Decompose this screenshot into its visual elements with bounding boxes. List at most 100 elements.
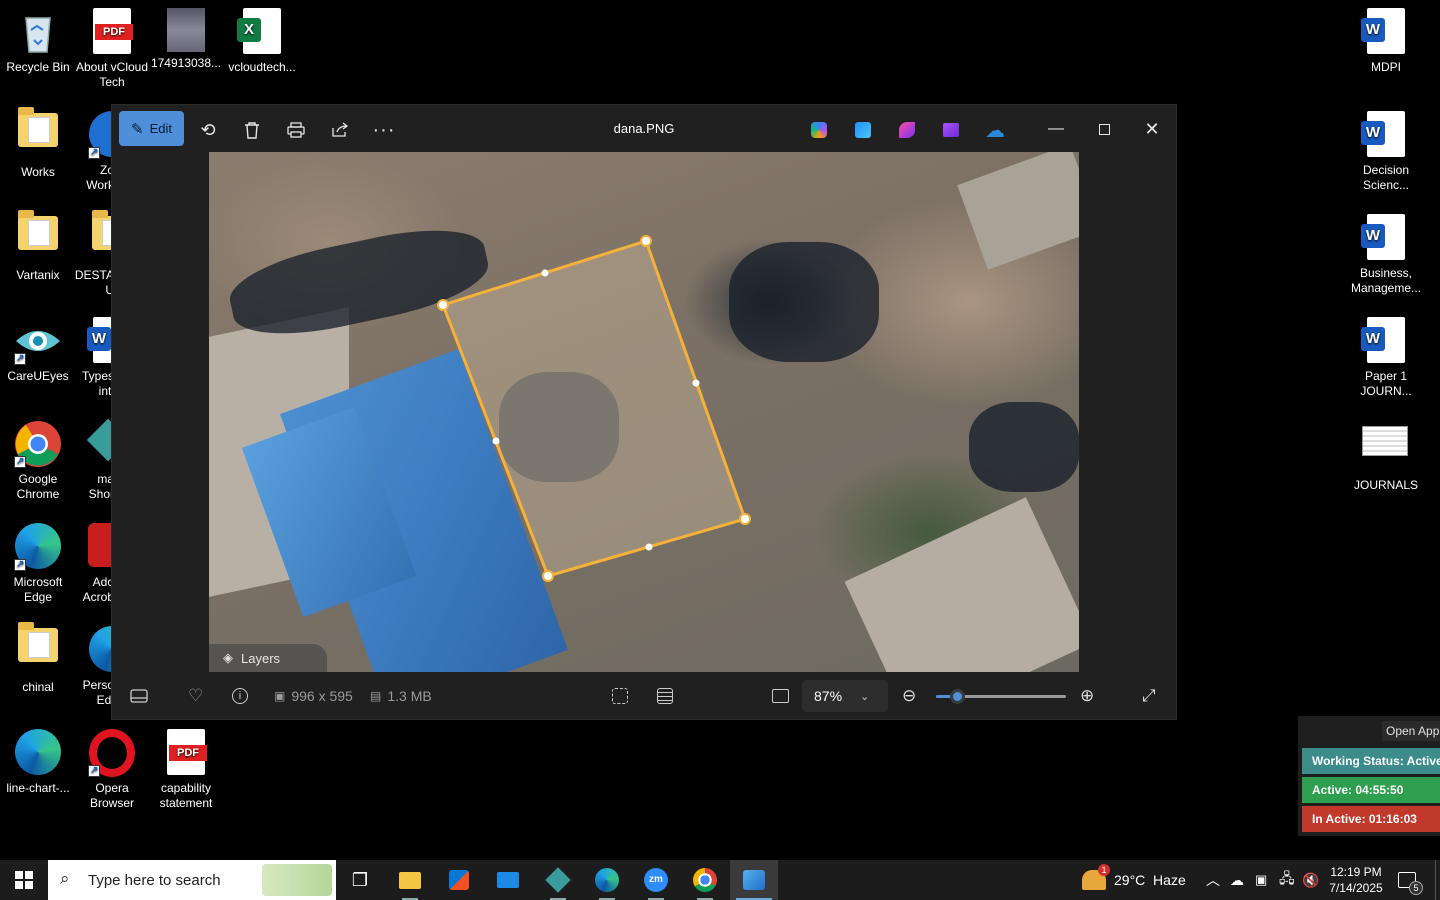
layers-button[interactable]: ◈ Layers bbox=[209, 644, 327, 672]
print-button[interactable] bbox=[278, 114, 314, 146]
edge-profile-button[interactable] bbox=[583, 860, 631, 900]
desktop-icon-google-chrome[interactable]: Google Chrome bbox=[0, 414, 76, 502]
selection-polygon[interactable] bbox=[209, 152, 1079, 672]
edge-handle bbox=[541, 269, 549, 277]
mail-button[interactable] bbox=[484, 860, 532, 900]
network-button[interactable]: 🖧 bbox=[1279, 860, 1295, 900]
show-desktop-button[interactable] bbox=[1435, 860, 1440, 900]
network-icon: 🖧 bbox=[1279, 870, 1295, 886]
desktop-icon-zoho-workdrive[interactable]: Zo Work bbox=[74, 105, 114, 193]
desktop-icon-decision-sciences[interactable]: W Decision Scienc... bbox=[1348, 105, 1424, 193]
desktop-icon-paper-1-journal[interactable]: W Paper 1 JOURN... bbox=[1348, 311, 1424, 399]
zoom-slider-thumb[interactable] bbox=[949, 689, 965, 704]
printer-icon bbox=[287, 122, 305, 138]
edit-pencil-icon: ✎ bbox=[131, 120, 144, 138]
volume-button[interactable]: 🔇 bbox=[1302, 860, 1319, 900]
file-info-button[interactable]: i bbox=[232, 685, 248, 707]
edit-button[interactable]: ✎ Edit bbox=[119, 111, 184, 146]
app-button-cube[interactable] bbox=[534, 860, 582, 900]
minimize-button[interactable]: — bbox=[1034, 113, 1078, 145]
zoom-app-button[interactable]: zm bbox=[632, 860, 680, 900]
icon-label: Decision Scienc... bbox=[1362, 163, 1410, 192]
clipchamp-button[interactable] bbox=[889, 114, 925, 146]
start-button[interactable] bbox=[0, 860, 48, 900]
icon-label: Vartanix bbox=[16, 268, 60, 282]
filmstrip-button[interactable] bbox=[130, 685, 148, 707]
open-app-button[interactable]: Open App bbox=[1382, 721, 1440, 741]
more-options-button[interactable]: ··· bbox=[366, 114, 402, 146]
file-size: ▤ 1.3 MB bbox=[370, 685, 432, 707]
folder-icon bbox=[18, 107, 58, 147]
desktop-icon-mdpi[interactable]: W MDPI bbox=[1348, 2, 1424, 75]
status-widget: Open App Working Status: Active Active: … bbox=[1298, 716, 1440, 836]
icon-label: JOURNALS bbox=[1353, 478, 1418, 492]
desktop-icon-desta[interactable]: DESTA U bbox=[74, 208, 114, 298]
close-button[interactable]: ✕ bbox=[1130, 113, 1174, 145]
fullscreen-button[interactable]: ⤢ bbox=[1142, 685, 1156, 707]
zoom-out-button[interactable]: ⊖ bbox=[902, 685, 916, 707]
trash-icon bbox=[245, 122, 259, 139]
desktop-icon-capability-statement[interactable]: PDF capability statement bbox=[148, 723, 224, 811]
weather-widget[interactable]: 1 29°C Haze bbox=[1082, 860, 1186, 900]
desktop-icon-line-chart-edge[interactable]: line-chart-... bbox=[0, 723, 76, 796]
desktop-icon-opera-browser[interactable]: Opera Browser bbox=[74, 723, 150, 811]
designer-button[interactable] bbox=[845, 114, 881, 146]
desktop-icon-adobe-acrobat[interactable]: Ado Acrob bbox=[74, 517, 114, 605]
tray-security-icon-button[interactable]: ▣ bbox=[1255, 860, 1267, 900]
file-explorer-button[interactable] bbox=[386, 860, 434, 900]
zoom-in-button[interactable]: ⊕ bbox=[1080, 685, 1094, 707]
share-button[interactable] bbox=[322, 114, 358, 146]
desktop-icon-personal-edge[interactable]: Perso Edi bbox=[74, 620, 114, 708]
desktop-icon-journals[interactable]: JOURNALS bbox=[1348, 414, 1424, 493]
copilot-button[interactable] bbox=[801, 114, 837, 146]
delete-button[interactable] bbox=[234, 114, 270, 146]
desktop-icon-about-vcloud[interactable]: PDF About vCloud Tech bbox=[74, 2, 150, 90]
favorite-button[interactable]: ♡ bbox=[188, 685, 203, 707]
icon-label: DESTA U bbox=[74, 268, 114, 297]
taskbar-search-box[interactable]: ⌕ Type here to search bbox=[48, 860, 336, 900]
word-file-icon: W bbox=[1361, 111, 1405, 157]
desktop-icon-image-file[interactable]: 174913038... bbox=[148, 2, 224, 71]
notification-icon: 5 bbox=[1398, 872, 1423, 895]
desktop-icon-microsoft-edge[interactable]: Microsoft Edge bbox=[0, 517, 76, 605]
chrome-button[interactable] bbox=[681, 860, 729, 900]
shortcut-arrow-icon bbox=[14, 454, 26, 469]
folder-icon bbox=[18, 622, 58, 662]
edit-button-label: Edit bbox=[149, 121, 172, 136]
desktop-icon-chinal[interactable]: chinal bbox=[0, 620, 76, 695]
icon-label: Opera Browser bbox=[89, 781, 134, 810]
desktop-icon-works[interactable]: Works bbox=[0, 105, 76, 180]
text-scan-button[interactable] bbox=[657, 685, 673, 707]
visual-search-icon bbox=[612, 688, 628, 704]
clock-button[interactable]: 12:19 PM 7/14/2025 bbox=[1326, 860, 1386, 900]
visual-search-button[interactable] bbox=[612, 685, 628, 707]
desktop-icon-types-word[interactable]: W Types inti bbox=[74, 311, 114, 399]
fit-to-window-button[interactable] bbox=[772, 685, 789, 707]
microsoft-store-button[interactable] bbox=[435, 860, 483, 900]
task-view-button[interactable]: ❐ bbox=[336, 860, 384, 900]
onedrive-button[interactable]: ☁ bbox=[977, 114, 1013, 146]
video-editor-button[interactable] bbox=[933, 114, 969, 146]
image-canvas[interactable]: ◈ Layers bbox=[209, 152, 1079, 672]
tray-cloud-icon-button[interactable]: ☁ bbox=[1230, 860, 1244, 900]
icon-label: Paper 1 JOURN... bbox=[1360, 369, 1412, 398]
desktop-icon-vartanix[interactable]: Vartanix bbox=[0, 208, 76, 283]
zoom-slider[interactable] bbox=[936, 689, 1066, 704]
cloud-sync-icon: ☁ bbox=[1230, 871, 1244, 888]
rotate-button[interactable]: ⟲ bbox=[190, 114, 226, 146]
desktop-icon-careueyes[interactable]: CareUEyes bbox=[0, 311, 76, 384]
notifications-button[interactable]: 5 bbox=[1398, 860, 1423, 900]
clock-time: 12:19 PM bbox=[1330, 865, 1382, 879]
desktop-icon-business-management[interactable]: W Business, Manageme... bbox=[1348, 208, 1424, 296]
text-scan-icon bbox=[657, 688, 673, 704]
layers-label: Layers bbox=[241, 650, 281, 666]
icon-label: Works bbox=[21, 165, 55, 179]
desktop-icon-vcloudtech-excel[interactable]: X vcloudtech... bbox=[224, 2, 300, 75]
show-hidden-icons-button[interactable]: ︿ bbox=[1206, 860, 1220, 900]
desktop-icon-ma-shortcut[interactable]: ma Shor bbox=[74, 414, 114, 502]
maximize-button[interactable] bbox=[1082, 113, 1126, 145]
zoom-dropdown[interactable]: 87% ⌄ bbox=[802, 680, 888, 712]
photos-app-button[interactable] bbox=[730, 860, 778, 900]
clipchamp-icon bbox=[899, 122, 915, 138]
desktop-icon-recycle-bin[interactable]: Recycle Bin bbox=[0, 2, 76, 75]
